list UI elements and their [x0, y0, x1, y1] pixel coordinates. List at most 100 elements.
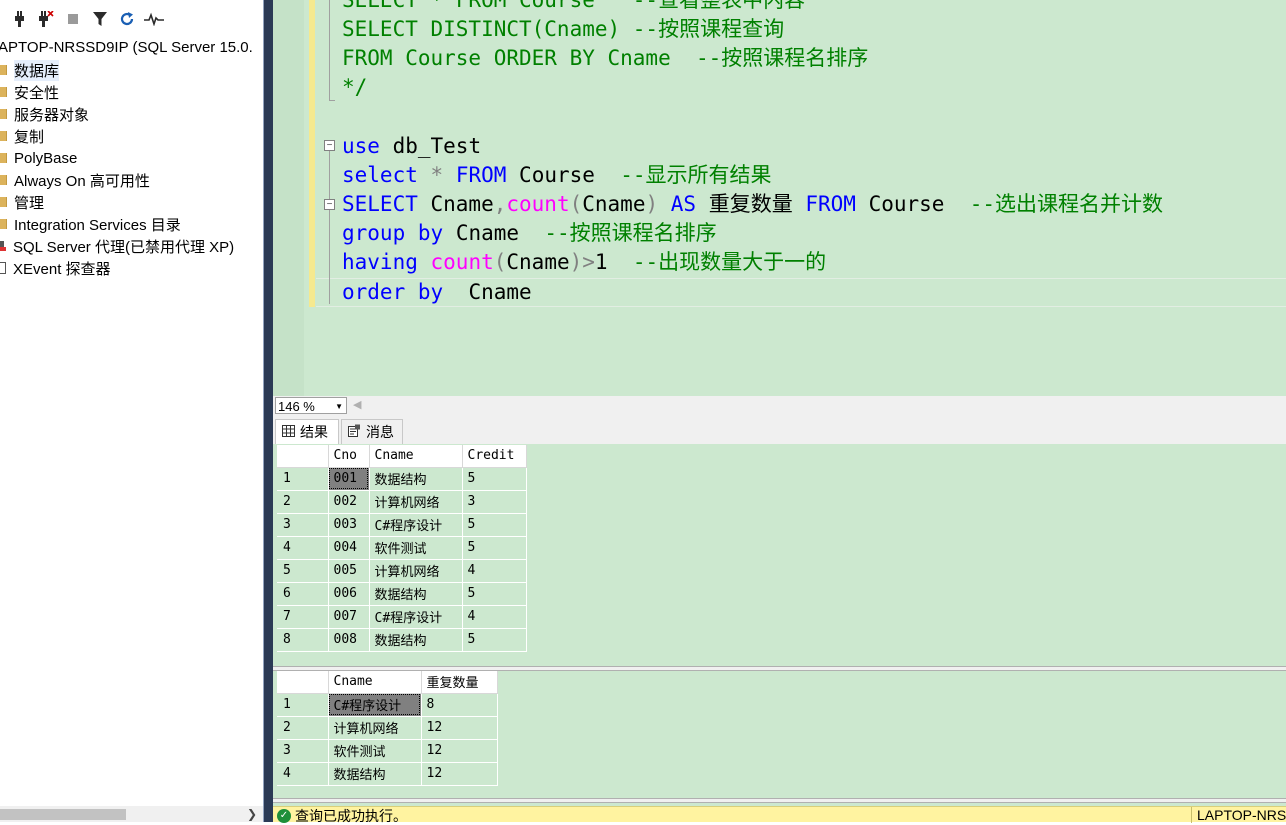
tree-item-sql-server-agent[interactable]: SQL Server 代理(已禁用代理 XP)	[0, 235, 234, 257]
tree-item-xevent-profiler[interactable]: XEvent 探查器	[0, 257, 111, 279]
tree-item-always-on[interactable]: Always On 高可用性	[0, 169, 150, 191]
tree-item-polybase[interactable]: PolyBase	[0, 147, 77, 169]
row-number-cell[interactable]: 7	[277, 605, 329, 629]
table-cell[interactable]: 003	[328, 513, 370, 537]
table-cell[interactable]: 软件测试	[369, 536, 463, 560]
table-cell[interactable]: 001	[328, 467, 370, 491]
tree-item-replication[interactable]: 复制	[0, 125, 44, 147]
row-number-cell[interactable]: 4	[277, 536, 329, 560]
table-cell[interactable]: 计算机网络	[369, 490, 463, 514]
table-cell[interactable]: C#程序设计	[328, 693, 422, 717]
server-node[interactable]: APTOP-NRSSD9IP (SQL Server 15.0.	[0, 39, 253, 56]
tree-item-security[interactable]: 安全性	[0, 81, 59, 103]
column-header[interactable]: Cname	[369, 445, 463, 468]
code-line: having count(Cname)>1 --出现数量大于一的	[342, 250, 827, 274]
table-cell[interactable]: 005	[328, 559, 370, 583]
table-cell[interactable]: 5	[462, 536, 527, 560]
row-number-cell[interactable]: 8	[277, 628, 329, 652]
row-number-cell[interactable]: 2	[277, 490, 329, 514]
tree-item-integration-services[interactable]: Integration Services 目录	[0, 213, 181, 235]
table-cell[interactable]: 006	[328, 582, 370, 606]
table-cell[interactable]: 002	[328, 490, 370, 514]
column-header[interactable]: Cname	[328, 671, 422, 694]
query-editor[interactable]: − − SELECT * FROM Course --查看整表中内容 SELEC…	[273, 0, 1286, 396]
collapse-icon[interactable]: −	[324, 140, 335, 151]
table-cell[interactable]: 4	[462, 559, 527, 583]
plug-icon[interactable]	[9, 9, 29, 29]
row-number-cell[interactable]: 2	[277, 716, 329, 740]
tree-item-server-objects[interactable]: 服务器对象	[0, 103, 89, 125]
column-header[interactable]: Cno	[328, 445, 370, 468]
status-server: LAPTOP-NRS	[1191, 807, 1286, 823]
table-cell[interactable]: 计算机网络	[369, 559, 463, 583]
table-row[interactable]: 8 008 数据结构 5	[277, 628, 527, 652]
zoom-dropdown[interactable]: 146 % ▼	[275, 397, 347, 414]
table-row[interactable]: 1 001 数据结构 5	[277, 467, 527, 491]
table-cell[interactable]: 12	[421, 739, 498, 763]
table-row[interactable]: 2 002 计算机网络 3	[277, 490, 527, 514]
table-row[interactable]: 3 003 C#程序设计 5	[277, 513, 527, 537]
table-cell[interactable]: 12	[421, 762, 498, 786]
scrollbar-thumb[interactable]	[0, 809, 126, 820]
table-cell[interactable]: 软件测试	[328, 739, 422, 763]
plug-x-icon[interactable]	[35, 9, 55, 29]
tab-messages[interactable]: 消息	[341, 419, 403, 444]
table-cell[interactable]: 5	[462, 513, 527, 537]
row-number-cell[interactable]: 3	[277, 739, 329, 763]
row-number-cell[interactable]: 5	[277, 559, 329, 583]
table-cell[interactable]: 004	[328, 536, 370, 560]
activity-monitor-icon[interactable]	[144, 9, 164, 29]
row-number-cell[interactable]: 3	[277, 513, 329, 537]
row-number-cell[interactable]: 1	[277, 693, 329, 717]
status-text: 查询已成功执行。	[295, 808, 407, 824]
table-row[interactable]: 4 004 软件测试 5	[277, 536, 527, 560]
tree-item-label: Always On 高可用性	[14, 172, 150, 190]
table-cell[interactable]: 008	[328, 628, 370, 652]
column-header[interactable]: 重复数量	[421, 671, 498, 694]
table-cell[interactable]: 数据结构	[369, 582, 463, 606]
table-row[interactable]: 2 计算机网络 12	[277, 716, 498, 740]
row-number-cell[interactable]: 6	[277, 582, 329, 606]
explorer-toolbar	[0, 0, 263, 36]
tab-label: 消息	[366, 424, 394, 440]
column-header[interactable]: Credit	[462, 445, 527, 468]
table-cell[interactable]: 5	[462, 628, 527, 652]
table-cell[interactable]: 5	[462, 467, 527, 491]
table-cell[interactable]: 4	[462, 605, 527, 629]
collapse-icon[interactable]: −	[324, 199, 335, 210]
results-grid-1[interactable]: Cno Cname Credit 1 001 数据结构 5 2 002 计算机网络 3 3 003…	[277, 445, 1286, 666]
table-row[interactable]: 5 005 计算机网络 4	[277, 559, 527, 583]
scroll-right-icon[interactable]: ❯	[247, 806, 257, 822]
tab-label: 结果	[300, 424, 328, 440]
row-number-cell[interactable]: 4	[277, 762, 329, 786]
table-row[interactable]: 6 006 数据结构 5	[277, 582, 527, 606]
explorer-horizontal-scrollbar[interactable]: ❯	[0, 806, 263, 822]
tree-item-management[interactable]: 管理	[0, 191, 44, 213]
table-cell[interactable]: 8	[421, 693, 498, 717]
table-cell[interactable]: 3	[462, 490, 527, 514]
table-cell[interactable]: C#程序设计	[369, 513, 463, 537]
table-row[interactable]: 7 007 C#程序设计 4	[277, 605, 527, 629]
row-number-cell[interactable]: 1	[277, 467, 329, 491]
tab-results[interactable]: 结果	[275, 419, 339, 444]
scroll-left-icon[interactable]: ◀	[353, 398, 361, 411]
filter-icon[interactable]	[90, 9, 110, 29]
stop-icon[interactable]	[63, 9, 83, 29]
table-cell[interactable]: 计算机网络	[328, 716, 422, 740]
refresh-icon[interactable]	[117, 9, 137, 29]
table-row[interactable]: 3 软件测试 12	[277, 739, 498, 763]
tree-item-databases[interactable]: 数据库	[0, 59, 60, 81]
table-cell[interactable]: 5	[462, 582, 527, 606]
table-row[interactable]: 1 C#程序设计 8	[277, 693, 498, 717]
tree-item-label: 数据库	[14, 59, 60, 81]
table-cell[interactable]: 数据结构	[328, 762, 422, 786]
table-cell[interactable]: 12	[421, 716, 498, 740]
results-grid-2[interactable]: Cname 重复数量 1 C#程序设计 8 2 计算机网络 12 3 软件测试 12 4 数据结构 1…	[277, 671, 1286, 799]
table-cell[interactable]: 数据结构	[369, 628, 463, 652]
table-cell[interactable]: C#程序设计	[369, 605, 463, 629]
table-cell[interactable]: 007	[328, 605, 370, 629]
table-cell[interactable]: 数据结构	[369, 467, 463, 491]
table-row[interactable]: 4 数据结构 12	[277, 762, 498, 786]
dropdown-arrow-icon[interactable]: ▼	[335, 398, 343, 415]
status-bar: ✓ 查询已成功执行。 LAPTOP-NRS	[273, 806, 1286, 824]
